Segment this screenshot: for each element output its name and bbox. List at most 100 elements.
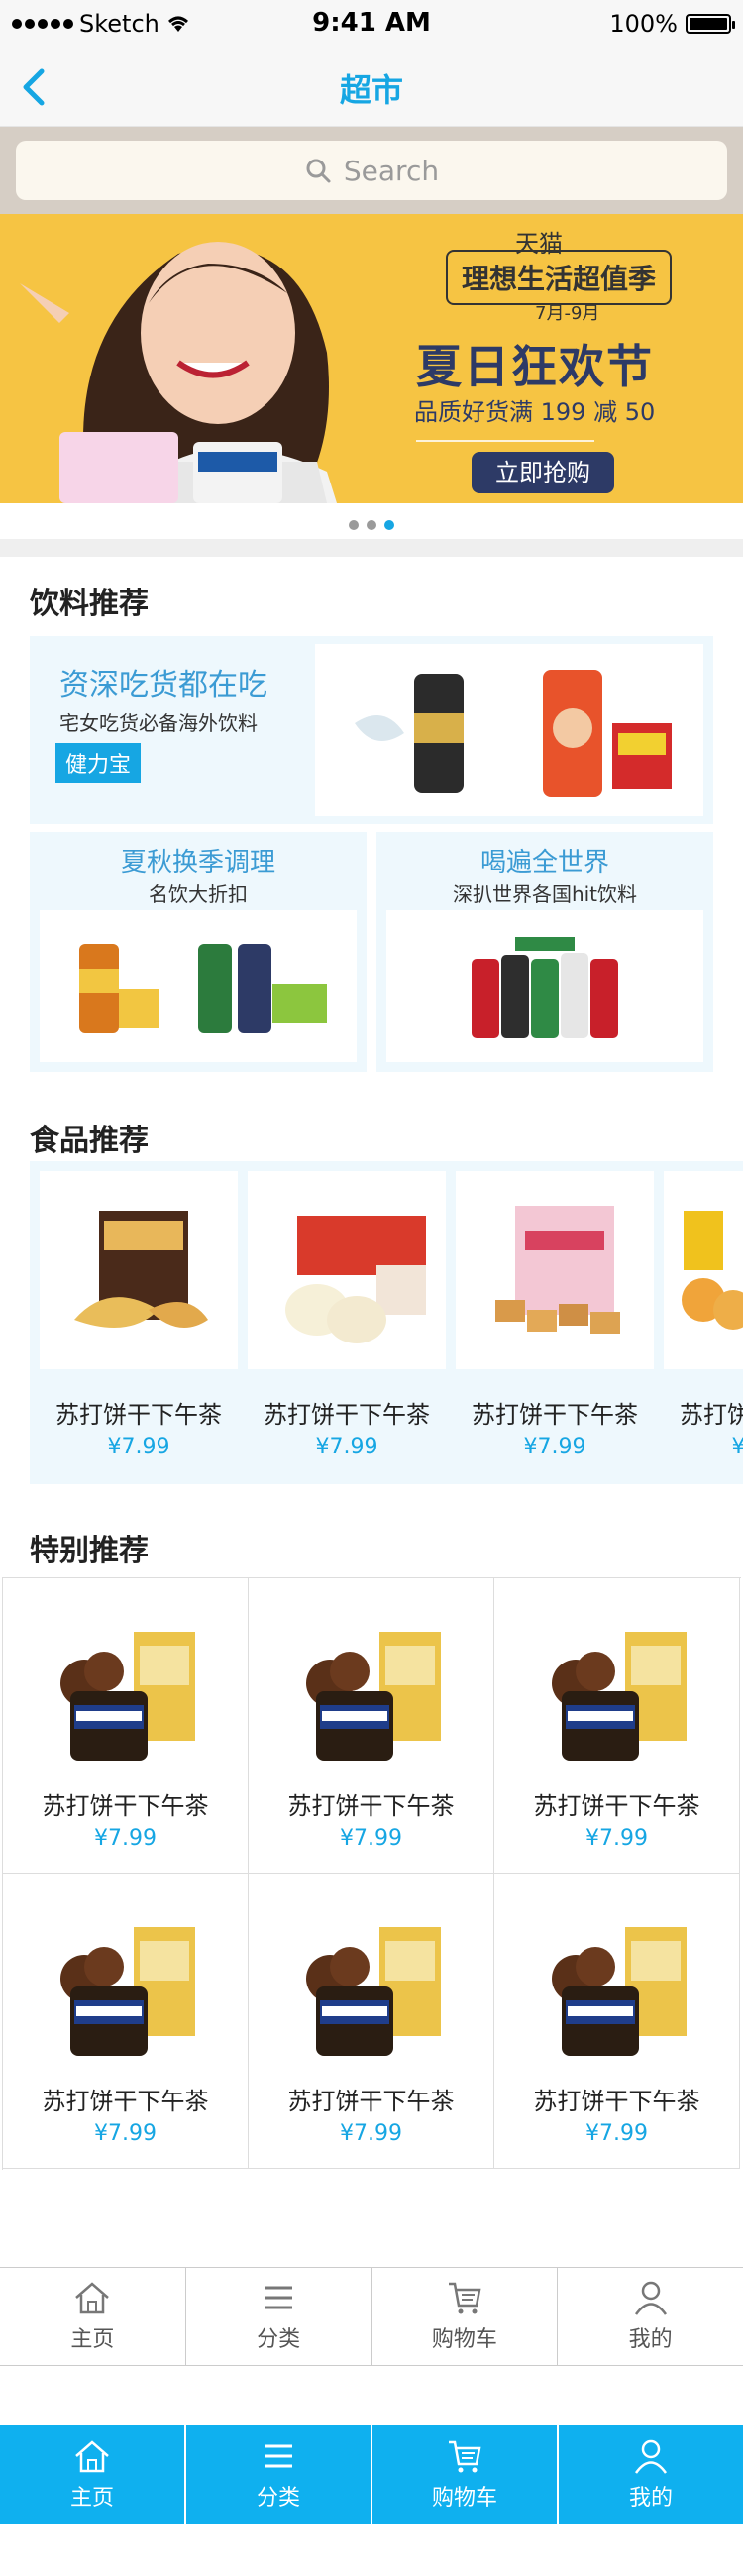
tab-label: 购物车 xyxy=(431,2327,497,2352)
tab-bar-blue: 主页 分类 购物车 我的 xyxy=(0,2425,743,2524)
tab-profile[interactable]: 我的 xyxy=(558,2268,743,2365)
banner-headline: 夏日狂欢节 xyxy=(416,340,654,393)
drink-product-image xyxy=(40,910,357,1062)
tab-label: 我的 xyxy=(628,2327,673,2352)
special-item[interactable]: 苏打饼干下午茶 ¥7.99 xyxy=(249,1578,494,1874)
snack-product-image xyxy=(60,1927,195,2056)
special-name: 苏打饼干下午茶 xyxy=(42,2088,209,2115)
food-item[interactable]: 苏打饼干下午茶 ¥7.99 xyxy=(456,1171,654,1474)
section-divider xyxy=(0,539,743,557)
tab-category[interactable]: 分类 xyxy=(186,2425,372,2524)
pager-dot[interactable] xyxy=(349,520,359,530)
tab-label: 分类 xyxy=(257,2327,301,2352)
status-bar: Sketch 9:41 AM 100% xyxy=(0,0,743,48)
search-icon xyxy=(306,159,331,183)
special-item[interactable]: 苏打饼干下午茶 ¥7.99 xyxy=(494,1578,740,1874)
special-item[interactable]: 苏打饼干下午茶 ¥7.99 xyxy=(3,1874,249,2169)
special-item[interactable]: 苏打饼干下午茶 ¥7.99 xyxy=(494,1874,740,2169)
battery-percent: 100% xyxy=(609,10,678,38)
special-price: ¥7.99 xyxy=(585,1826,648,1851)
food-carousel[interactable]: 苏打饼干下午茶 ¥7.99 苏打饼干下午茶 ¥7.99 苏打饼干下午茶 ¥7.9… xyxy=(30,1161,743,1484)
special-name: 苏打饼干下午茶 xyxy=(533,2088,700,2115)
food-name: 苏打饼干下午茶 xyxy=(680,1401,743,1429)
tab-label: 主页 xyxy=(70,2327,115,2352)
food-item[interactable]: 苏打饼干下午茶 ¥7.99 xyxy=(40,1171,238,1474)
section-title-food: 食品推荐 xyxy=(30,1124,149,1158)
special-price: ¥7.99 xyxy=(340,1826,402,1851)
buy-now-button[interactable]: 立即抢购 xyxy=(472,452,614,493)
food-price: ¥7.99 xyxy=(731,1435,743,1459)
home-icon xyxy=(75,2282,110,2314)
food-name: 苏打饼干下午茶 xyxy=(472,1401,638,1429)
home-icon xyxy=(75,2440,109,2473)
drink-card[interactable]: 喝遍全世界 深扒世界各国hit饮料 xyxy=(376,832,713,1072)
banner-slogan: 理想生活超值季 xyxy=(446,250,673,305)
tab-home[interactable]: 主页 xyxy=(0,2268,186,2365)
food-product-image xyxy=(664,1171,743,1369)
tab-label: 购物车 xyxy=(431,2486,497,2511)
snack-product-image xyxy=(552,1927,687,2056)
featured-title: 资深吃货都在吃 xyxy=(59,668,267,702)
search-input[interactable]: Search xyxy=(16,141,727,200)
tab-cart[interactable]: 购物车 xyxy=(372,2268,559,2365)
special-grid: 苏打饼干下午茶 ¥7.99 苏打饼干下午茶 ¥7.99 苏打饼干下午茶 ¥7.9… xyxy=(2,1577,741,2170)
banner-divider xyxy=(416,440,594,442)
section-title-drinks: 饮料推荐 xyxy=(30,587,149,621)
special-name: 苏打饼干下午茶 xyxy=(287,1792,455,1820)
drink-card-subtitle: 深扒世界各国hit饮料 xyxy=(452,882,638,906)
special-name: 苏打饼干下午茶 xyxy=(287,2088,455,2115)
tab-category[interactable]: 分类 xyxy=(186,2268,372,2365)
tab-profile[interactable]: 我的 xyxy=(559,2425,743,2524)
section-title-special: 特别推荐 xyxy=(30,1534,149,1568)
special-item[interactable]: 苏打饼干下午茶 ¥7.99 xyxy=(249,1874,494,2169)
food-product-image xyxy=(40,1171,238,1369)
special-name: 苏打饼干下午茶 xyxy=(42,1792,209,1820)
pager-dot-active[interactable] xyxy=(384,520,394,530)
drink-card-title: 喝遍全世界 xyxy=(479,848,609,878)
drink-product-image xyxy=(386,910,703,1062)
promo-banner[interactable]: 天猫 理想生活超值季 7月-9月 夏日狂欢节 品质好货满 199 减 50 立即… xyxy=(0,214,743,503)
food-price: ¥7.99 xyxy=(315,1435,378,1459)
drink-card[interactable]: 夏秋换季调理 名饮大折扣 xyxy=(30,832,367,1072)
food-item[interactable]: 苏打饼干下午茶 ¥7.99 xyxy=(248,1171,446,1474)
drink-card-title: 夏秋换季调理 xyxy=(120,848,275,878)
nav-bar: 超市 xyxy=(0,48,743,127)
battery-status: 100% xyxy=(609,10,735,38)
menu-icon xyxy=(265,2286,293,2309)
tab-label: 分类 xyxy=(256,2486,300,2511)
tab-bar-light: 主页 分类 购物车 我的 xyxy=(0,2267,743,2366)
food-product-image xyxy=(456,1171,654,1369)
featured-tag: 健力宝 xyxy=(55,743,142,783)
tab-label: 我的 xyxy=(628,2486,673,2511)
featured-subtitle: 宅女吃货必备海外饮料 xyxy=(59,711,258,735)
snack-product-image xyxy=(60,1632,195,1761)
cart-icon xyxy=(449,2440,481,2473)
page-title: 超市 xyxy=(339,71,403,109)
tab-home[interactable]: 主页 xyxy=(0,2425,186,2524)
food-product-image xyxy=(248,1171,446,1369)
snack-product-image xyxy=(552,1632,687,1761)
tab-cart[interactable]: 购物车 xyxy=(372,2425,559,2524)
banner-date: 7月-9月 xyxy=(535,303,600,324)
battery-icon xyxy=(686,14,735,34)
pager-dot[interactable] xyxy=(367,520,376,530)
special-price: ¥7.99 xyxy=(585,2121,648,2146)
user-icon xyxy=(634,2439,668,2474)
cart-icon xyxy=(448,2282,481,2314)
drink-featured-card[interactable]: 资深吃货都在吃 宅女吃货必备海外饮料 健力宝 xyxy=(30,636,713,824)
search-bar: Search xyxy=(0,127,743,214)
snack-product-image xyxy=(306,1632,441,1761)
menu-icon xyxy=(265,2444,292,2468)
user-icon xyxy=(634,2281,667,2315)
special-name: 苏打饼干下午茶 xyxy=(533,1792,700,1820)
drink-card-subtitle: 名饮大折扣 xyxy=(149,882,248,906)
food-name: 苏打饼干下午茶 xyxy=(55,1401,222,1429)
special-item[interactable]: 苏打饼干下午茶 ¥7.99 xyxy=(3,1578,249,1874)
special-price: ¥7.99 xyxy=(340,2121,402,2146)
search-placeholder: Search xyxy=(343,154,440,187)
food-name: 苏打饼干下午茶 xyxy=(264,1401,430,1429)
food-item[interactable]: 苏打饼干下午茶 ¥7.99 xyxy=(664,1171,743,1474)
special-price: ¥7.99 xyxy=(94,2121,157,2146)
food-price: ¥7.99 xyxy=(523,1435,586,1459)
snack-product-image xyxy=(306,1927,441,2056)
